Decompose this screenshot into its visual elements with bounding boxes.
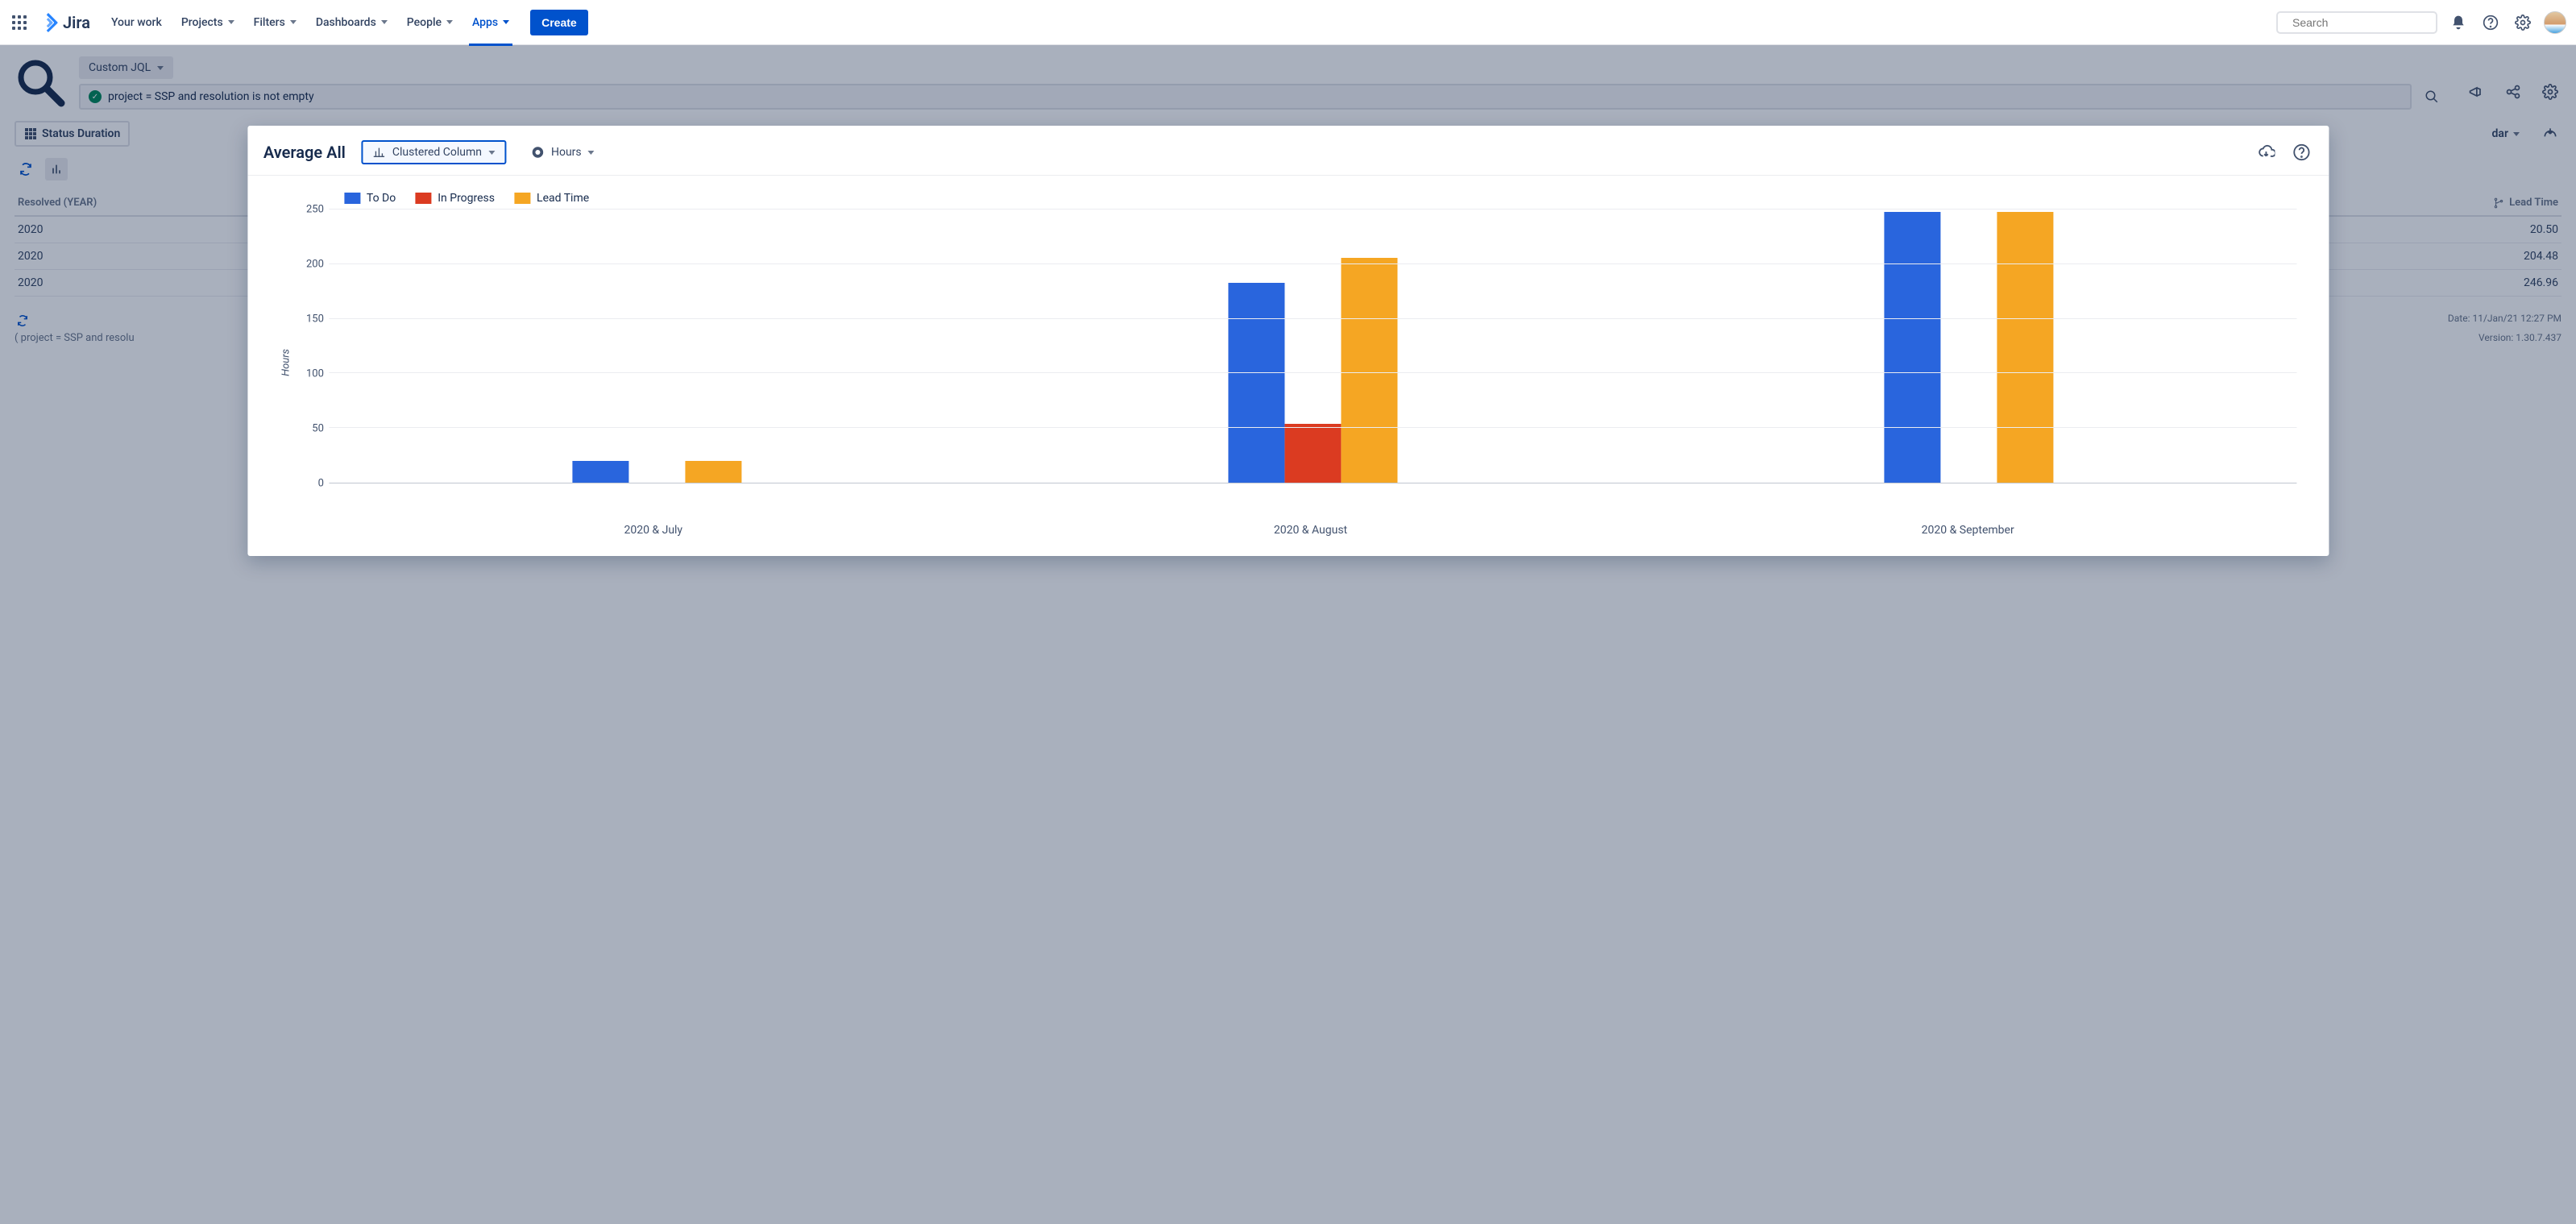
chevron-down-icon [488,151,495,155]
y-tick: 200 [306,259,324,271]
x-tick: 2020 & August [982,516,1640,537]
y-tick: 250 [306,204,324,216]
bar[interactable] [1341,258,1397,483]
chevron-down-icon [588,151,595,155]
legend-item[interactable]: In Progress [415,192,495,205]
nav-filters[interactable]: Filters [246,10,305,35]
y-axis: 050100150200250 [297,210,329,483]
unit-select[interactable]: Hours [522,140,603,164]
help-icon[interactable] [2479,11,2502,34]
y-tick: 50 [312,423,324,435]
x-tick: 2020 & July [325,516,982,537]
avatar[interactable] [2544,11,2566,34]
help-icon[interactable] [2290,141,2313,164]
chevron-down-icon [446,20,453,24]
notifications-icon[interactable] [2447,11,2470,34]
app-switcher-icon[interactable] [10,13,29,32]
bar[interactable] [1228,283,1284,483]
grid-line [329,318,2296,319]
legend-swatch [415,193,431,204]
chart-legend: To Do In Progress Lead Time [344,192,2296,205]
nav-items: Your work Projects Filters Dashboards Pe… [103,10,517,35]
bar-group [1641,210,2296,483]
nav-apps[interactable]: Apps [464,10,517,35]
chevron-down-icon [290,20,297,24]
bar[interactable] [1884,212,1940,483]
grid-line [329,427,2296,428]
chart: To Do In Progress Lead Time Hours 0 50 100 15… [247,176,2329,537]
topbar-right [2276,11,2566,34]
legend-item[interactable]: To Do [344,192,396,205]
chart-type-select[interactable]: Clustered Column [362,140,506,164]
chart-modal: Average All Clustered Column Hours To Do… [247,126,2329,556]
bar-chart-icon [373,146,386,159]
y-axis-label: Hours [280,349,292,376]
grid-line [329,209,2296,210]
chart-plot [329,210,2296,483]
chevron-down-icon [381,20,388,24]
bar-group [329,210,985,483]
bar[interactable] [1284,424,1341,483]
modal-title: Average All [263,143,346,162]
nav-projects[interactable]: Projects [173,10,243,35]
chevron-down-icon [503,20,509,24]
legend-item[interactable]: Lead Time [514,192,589,205]
bar[interactable] [572,461,628,483]
settings-icon[interactable] [2512,11,2534,34]
bar[interactable] [685,461,741,483]
y-tick: 150 [306,313,324,326]
nav-your-work[interactable]: Your work [103,10,170,35]
search-input[interactable] [2292,16,2438,29]
nav-people[interactable]: People [399,10,461,35]
chevron-down-icon [228,20,234,24]
x-axis: 2020 & July2020 & August2020 & September [325,516,2296,537]
nav-dashboards[interactable]: Dashboards [308,10,396,35]
grid-line [329,263,2296,264]
bar[interactable] [1997,212,2053,483]
download-icon[interactable] [2255,141,2277,164]
grid-line [329,372,2296,373]
search-box[interactable] [2276,11,2437,34]
y-tick: 100 [306,368,324,380]
top-nav: Jira Your work Projects Filters Dashboar… [0,0,2576,45]
legend-swatch [514,193,530,204]
jira-logo[interactable]: Jira [39,13,90,32]
jira-icon [39,13,58,32]
x-tick: 2020 & September [1639,516,2296,537]
legend-swatch [344,193,360,204]
bar-group [985,210,1641,483]
y-tick: 0 [318,478,324,490]
jira-logo-text: Jira [63,13,90,32]
eye-icon [530,145,545,160]
create-button[interactable]: Create [530,10,588,35]
